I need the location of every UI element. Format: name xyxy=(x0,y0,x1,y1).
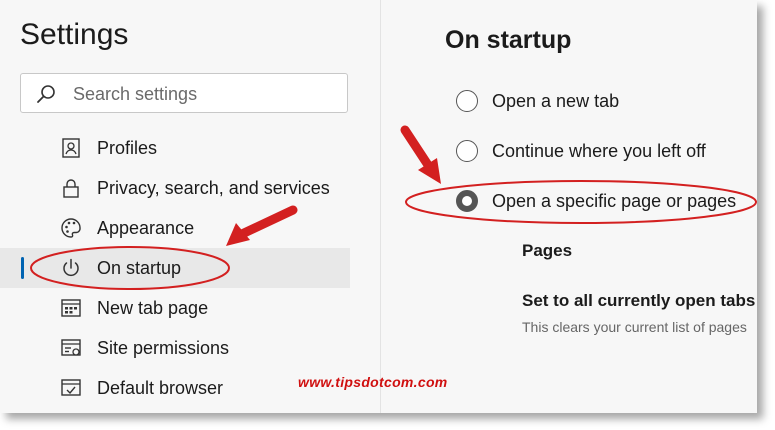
set-open-tabs-description: This clears your current list of pages xyxy=(522,319,747,335)
option-open-specific-pages[interactable]: Open a specific page or pages xyxy=(456,186,736,216)
pages-heading: Pages xyxy=(522,241,573,260)
sidebar-item-privacy[interactable]: Privacy, search, and services xyxy=(0,168,350,208)
default-browser-icon xyxy=(61,379,81,396)
sidebar-item-appearance[interactable]: Appearance xyxy=(0,208,350,248)
watermark: www.tipsdotcom.com xyxy=(298,374,448,390)
page-title: Settings xyxy=(20,18,129,51)
search-icon xyxy=(37,85,55,103)
search-input[interactable] xyxy=(71,82,335,106)
sidebar-item-label: Default browser xyxy=(97,377,224,398)
option-open-new-tab[interactable]: Open a new tab xyxy=(456,86,619,116)
sidebar-item-label: Privacy, search, and services xyxy=(97,177,330,198)
power-icon xyxy=(63,258,79,277)
option-continue-where-left-off[interactable]: Continue where you left off xyxy=(456,136,706,166)
section-title: On startup xyxy=(445,26,572,54)
option-label: Open a new tab xyxy=(492,90,620,111)
sidebar-item-profiles[interactable]: Profiles xyxy=(0,128,350,168)
set-open-tabs-heading[interactable]: Set to all currently open tabs xyxy=(522,291,755,311)
sidebar-item-new-tab-page[interactable]: New tab page xyxy=(0,288,350,328)
option-label: Open a specific page or pages xyxy=(492,190,737,211)
radio-button[interactable] xyxy=(456,90,478,112)
sidebar-item-label: On startup xyxy=(97,257,182,278)
sidebar-item-label: Profiles xyxy=(97,137,158,158)
profile-icon xyxy=(62,138,80,158)
search-box[interactable] xyxy=(20,73,348,113)
sidebar-item-label: New tab page xyxy=(97,297,209,318)
sidebar-item-on-startup[interactable]: On startup xyxy=(0,248,350,288)
startup-panel: On startup Open a new tab Continue where… xyxy=(381,0,757,413)
radio-button[interactable] xyxy=(456,140,478,162)
sidebar-item-label: Site permissions xyxy=(97,337,230,358)
sidebar-nav: Profiles Privacy, search, and services A… xyxy=(0,128,380,408)
option-label: Continue where you left off xyxy=(492,140,706,161)
sidebar-item-site-permissions[interactable]: Site permissions xyxy=(0,328,350,368)
radio-button-selected[interactable] xyxy=(456,190,478,212)
new-tab-icon xyxy=(61,299,81,317)
settings-sidebar: Settings Profiles xyxy=(0,0,381,413)
sidebar-item-label: Appearance xyxy=(97,217,195,238)
palette-icon xyxy=(61,218,81,238)
lock-icon xyxy=(63,179,79,198)
site-permissions-icon xyxy=(61,339,81,356)
settings-window: Settings Profiles xyxy=(0,0,757,413)
